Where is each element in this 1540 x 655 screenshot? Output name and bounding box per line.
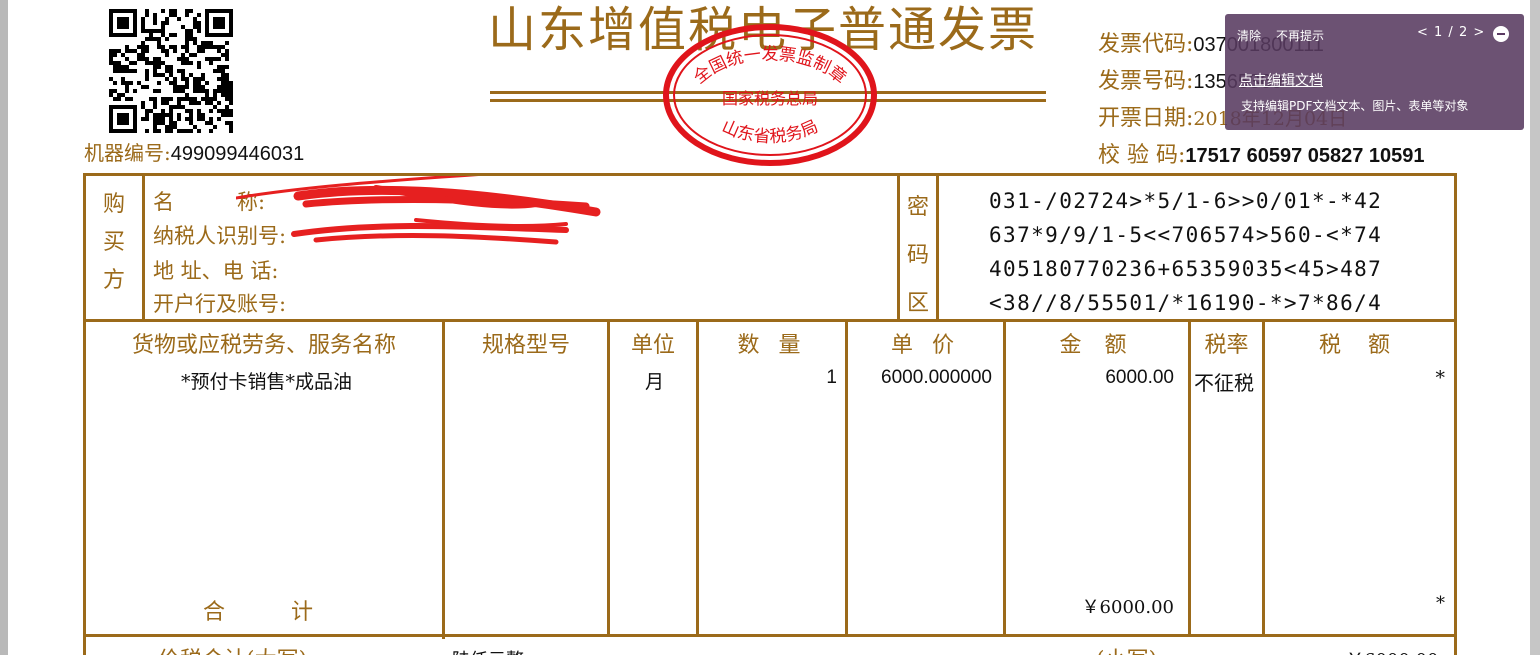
cipher-line: 031-/02724>*5/1-6>>0/01*-*42 [989,189,1383,213]
cipher-line: 637*9/9/1-5<<706574>560-<*74 [989,223,1383,247]
col-header-price: 单 价 [891,333,960,358]
edit-document-link[interactable]: 点击编辑文档 [1239,70,1323,90]
col-header-name: 货物或应税劳务、服务名称 [131,333,396,358]
svg-text:山东省税务局: 山东省税务局 [719,117,822,148]
item-amount: 6000.00 [1105,367,1174,388]
redaction-scribble [236,176,601,245]
check-code-label: 校 验 码: [1098,143,1186,168]
qr-code-icon [109,9,233,133]
invoice-page: 机器编号:499099446031 山东增值税电子普通发票 全国统一发票监制章 … [8,0,1530,655]
small-amount-value: ￥6000.00 [1346,646,1438,655]
machine-number-label: 机器编号: [84,141,171,165]
small-amount-label: (小写) [1096,642,1157,655]
invoice-date-label: 开票日期: [1098,106,1194,131]
invoice-code-label: 发票代码: [1098,32,1194,57]
viewer-left-border [0,0,8,655]
col-header-qty: 数 量 [737,333,807,358]
viewer-scrollbar[interactable] [1530,0,1540,655]
cipher-section-label: 密 码 区 [906,195,929,316]
check-code: 校 验 码:17517 60597 05827 10591 [1098,137,1425,169]
invoice-number-label: 发票号码: [1098,69,1194,94]
total-words-label: 价税合计(大写) [158,642,307,655]
item-tax-rate: 不征税 [1194,371,1254,395]
buyer-bank-label: 开户行及账号: [153,292,287,316]
cipher-line: 405180770236+65359035<45>487 [989,257,1383,281]
stamp-mid-text: 国家税务总局 [722,89,818,108]
item-price: 6000.000000 [881,367,992,388]
total-words-value: 陆仟元整 [452,646,524,655]
total-label: 合 计 [203,600,314,625]
col-header-tax: 税 额 [1319,333,1400,358]
edit-tip-popup: 清除 不再提示 < 1 / 2 > 点击编辑文档 支持编辑PDF文档文本、图片、… [1225,14,1524,130]
invoice-table: 购 买 方 名 称: 纳税人识别号: 地 址、电 话: 开户行及账号: 密 码 [83,173,1457,655]
machine-number-value: 499099446031 [170,143,305,165]
item-tax: * [1435,367,1446,389]
col-header-unit: 单位 [630,333,675,358]
stamp-bottom-text: 山东省税务局 [719,117,822,148]
machine-number: 机器编号:499099446031 [84,137,304,166]
col-header-rate: 税率 [1204,333,1249,358]
popup-pager[interactable]: < 1 / 2 > [1417,25,1485,40]
item-qty: 1 [826,367,837,388]
buyer-address-label: 地 址、电 话: [153,259,279,283]
buyer-section-label: 购 买 方 [102,192,125,293]
col-header-spec: 规格型号 [481,333,570,358]
check-code-value: 17517 60597 05827 10591 [1185,145,1425,167]
cipher-line: <38//8/55501/*16190-*>7*86/4 [989,291,1383,315]
clear-button[interactable]: 清除 [1237,27,1261,44]
item-unit: 月 [645,371,665,393]
official-seal-stamp: 全国统一发票监制章 国家税务总局 山东省税务局 [663,24,877,166]
svg-text:全国统一发票监制章: 全国统一发票监制章 [690,44,850,88]
popup-description: 支持编辑PDF文档文本、图片、表单等对象 [1241,99,1469,113]
item-name: *预付卡销售*成品油 [181,371,353,393]
minimize-icon[interactable] [1493,26,1509,42]
col-header-amount: 金 额 [1059,333,1135,358]
stamp-arc-text: 全国统一发票监制章 [690,44,850,88]
total-amount: ￥6000.00 [1081,597,1174,618]
total-tax: * [1436,593,1445,614]
dont-show-again-button[interactable]: 不再提示 [1276,27,1324,44]
